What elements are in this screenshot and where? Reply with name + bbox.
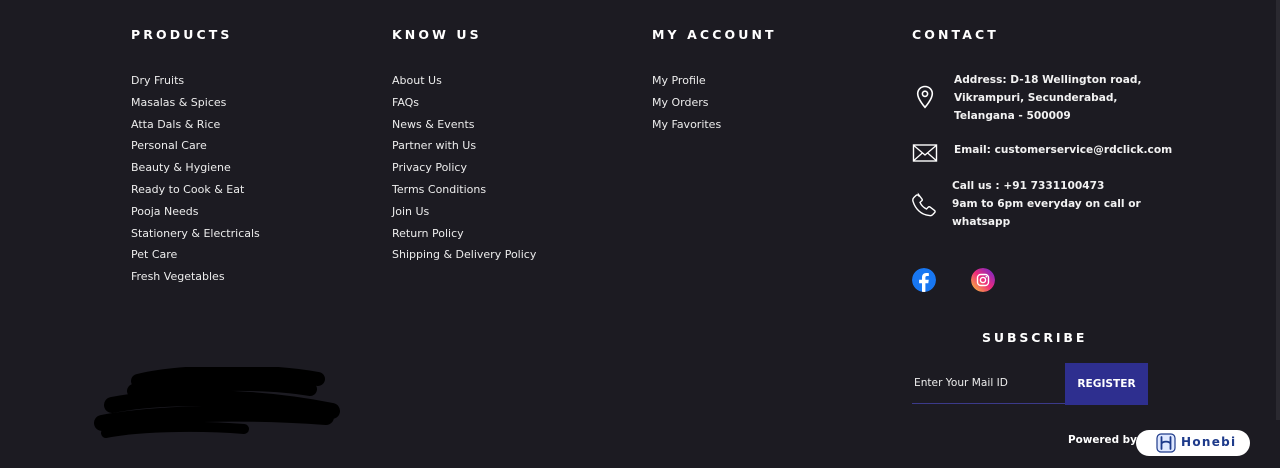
instagram-icon[interactable] xyxy=(971,268,995,292)
address-line: Address: D-18 Wellington road, xyxy=(954,74,1142,86)
know-us-link-return-policy[interactable]: Return Policy xyxy=(392,227,536,249)
know-us-link-faqs[interactable]: FAQs xyxy=(392,96,536,118)
my-account-heading: MY ACCOUNT xyxy=(652,27,777,42)
products-heading: PRODUCTS xyxy=(131,27,233,42)
products-link-beauty-hygiene[interactable]: Beauty & Hygiene xyxy=(131,161,260,183)
location-pin-icon xyxy=(916,85,934,109)
products-link-list: Dry Fruits Masalas & Spices Atta Dals & … xyxy=(131,74,260,292)
honebi-badge-link[interactable]: Honebi xyxy=(1136,430,1250,456)
products-link-pet-care[interactable]: Pet Care xyxy=(131,248,260,270)
address-line: Vikrampuri, Secunderabad, xyxy=(954,92,1118,105)
know-us-link-partner[interactable]: Partner with Us xyxy=(392,139,536,161)
contact-phone-text: Call us : +91 7331100473 9am to 6pm ever… xyxy=(952,177,1141,232)
site-footer: PRODUCTS Dry Fruits Masalas & Spices Att… xyxy=(0,0,1280,468)
phone-line[interactable]: Call us : +91 7331100473 xyxy=(952,177,1141,195)
register-button[interactable]: REGISTER xyxy=(1065,363,1148,405)
facebook-icon[interactable] xyxy=(912,268,936,292)
products-link-atta-dals-rice[interactable]: Atta Dals & Rice xyxy=(131,118,260,140)
products-link-ready-to-cook[interactable]: Ready to Cook & Eat xyxy=(131,183,260,205)
know-us-link-shipping-policy[interactable]: Shipping & Delivery Policy xyxy=(392,248,536,270)
phone-line: 9am to 6pm everyday on call or xyxy=(952,198,1141,211)
contact-heading: CONTACT xyxy=(912,27,999,42)
my-account-link-profile[interactable]: My Profile xyxy=(652,74,721,96)
know-us-heading: KNOW US xyxy=(392,27,482,42)
know-us-link-join-us[interactable]: Join Us xyxy=(392,205,536,227)
contact-email-text[interactable]: Email: customerservice@rdclick.com xyxy=(954,141,1172,159)
products-link-personal-care[interactable]: Personal Care xyxy=(131,139,260,161)
powered-by-label: Powered by xyxy=(1068,434,1137,446)
phone-line: whatsapp xyxy=(952,216,1011,229)
subscribe-heading: SUBSCRIBE xyxy=(982,330,1088,345)
scrollbar-track[interactable] xyxy=(1276,0,1280,420)
products-link-masalas-spices[interactable]: Masalas & Spices xyxy=(131,96,260,118)
address-line: Telangana - 500009 xyxy=(954,110,1071,123)
know-us-link-about[interactable]: About Us xyxy=(392,74,536,96)
subscribe-form: REGISTER xyxy=(912,363,1148,405)
my-account-link-favorites[interactable]: My Favorites xyxy=(652,118,721,140)
honebi-logo-icon xyxy=(1156,433,1176,453)
products-link-pooja-needs[interactable]: Pooja Needs xyxy=(131,205,260,227)
know-us-link-terms[interactable]: Terms Conditions xyxy=(392,183,536,205)
my-account-link-list: My Profile My Orders My Favorites xyxy=(652,74,721,139)
phone-icon xyxy=(912,192,936,217)
redacted-logo xyxy=(94,367,340,438)
envelope-icon xyxy=(912,144,938,162)
products-link-stationery[interactable]: Stationery & Electricals xyxy=(131,227,260,249)
products-link-dry-fruits[interactable]: Dry Fruits xyxy=(131,74,260,96)
subscribe-email-input[interactable] xyxy=(912,363,1065,404)
know-us-link-news-events[interactable]: News & Events xyxy=(392,118,536,140)
know-us-link-privacy-policy[interactable]: Privacy Policy xyxy=(392,161,536,183)
contact-address-text: Address: D-18 Wellington road, Vikrampur… xyxy=(954,71,1141,126)
honebi-brand-text: Honebi xyxy=(1181,435,1237,449)
products-link-fresh-vegetables[interactable]: Fresh Vegetables xyxy=(131,270,260,292)
my-account-link-orders[interactable]: My Orders xyxy=(652,96,721,118)
know-us-link-list: About Us FAQs News & Events Partner with… xyxy=(392,74,536,270)
